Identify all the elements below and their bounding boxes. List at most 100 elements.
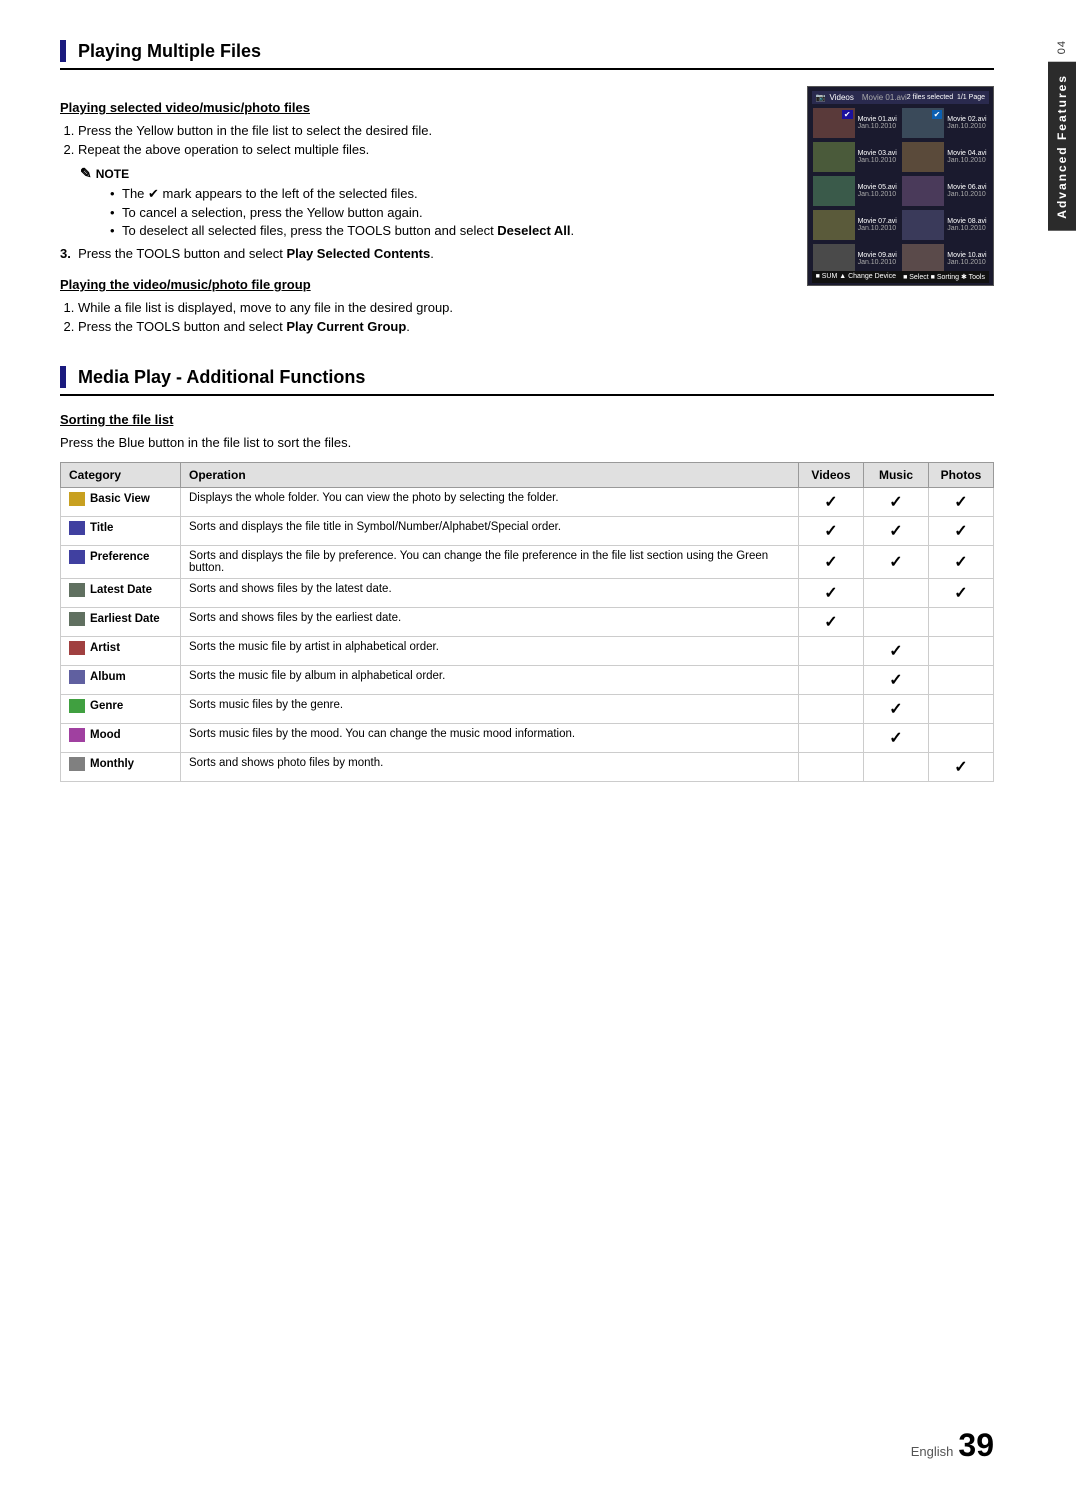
screenshot-header-icon: 📷 <box>816 93 826 102</box>
category-icon-4 <box>69 612 85 626</box>
thumb-1: ✔ <box>813 108 855 138</box>
screenshot-footer: ■ SUM ▲ Change Device ■ Select ■ Sorting… <box>812 271 989 283</box>
thumb-7 <box>813 210 855 240</box>
screenshot-panel: 📷 Videos Movie 01.avi 2 files selected 1… <box>807 86 994 286</box>
item-name-3: Movie 03.avi <box>858 150 897 157</box>
step-2: Repeat the above operation to select mul… <box>78 142 787 157</box>
item-info-4: Movie 04.avi Jan.10.2010 <box>947 150 986 164</box>
col-header-operation: Operation <box>181 463 799 488</box>
photos-cell-3: ✓ <box>929 579 994 608</box>
thumb-10 <box>902 244 944 274</box>
photos-cell-8 <box>929 724 994 753</box>
sidebar-label: Advanced Features <box>1048 62 1076 231</box>
item-info-7: Movie 07.avi Jan.10.2010 <box>858 218 897 232</box>
note-block: ✎ NOTE The ✔ mark appears to the left of… <box>80 165 787 238</box>
category-cell-1: Title <box>61 517 181 546</box>
music-cell-9 <box>864 753 929 782</box>
category-cell-3: Latest Date <box>61 579 181 608</box>
videos-cell-8 <box>799 724 864 753</box>
photos-cell-4 <box>929 608 994 637</box>
col-header-photos: Photos <box>929 463 994 488</box>
category-cell-2: Preference <box>61 546 181 579</box>
check-music-0: ✓ <box>889 494 902 511</box>
item-name-1: Movie 01.avi <box>858 116 897 123</box>
category-cell-4: Earliest Date <box>61 608 181 637</box>
category-label-5: Artist <box>90 642 120 654</box>
music-cell-1: ✓ <box>864 517 929 546</box>
check-music-8: ✓ <box>889 730 902 747</box>
table-row: Latest Date Sorts and shows files by the… <box>61 579 994 608</box>
note-bullet-1: The ✔ mark appears to the left of the se… <box>110 186 787 202</box>
category-icon-5 <box>69 641 85 655</box>
note-icon: ✎ <box>80 165 92 182</box>
table-row: Genre Sorts music files by the genre.✓ <box>61 695 994 724</box>
page-footer: English 39 <box>911 1427 994 1464</box>
photos-cell-1: ✓ <box>929 517 994 546</box>
category-icon-6 <box>69 670 85 684</box>
section1-text: Playing selected video/music/photo files… <box>60 86 787 342</box>
item-date-6: Jan.10.2010 <box>947 191 986 198</box>
step-1: Press the Yellow button in the file list… <box>78 123 787 138</box>
screenshot-item-1: ✔ Movie 01.avi Jan.10.2010 <box>812 107 900 139</box>
section2-block: Media Play - Additional Functions Sortin… <box>60 366 994 782</box>
category-cell-8: Mood <box>61 724 181 753</box>
operation-cell-5: Sorts the music file by artist in alphab… <box>181 637 799 666</box>
category-icon-0 <box>69 492 85 506</box>
main-content: Playing Multiple Files Playing selected … <box>0 0 1044 1494</box>
title-bar-decoration-2 <box>60 366 66 388</box>
item-name-10: Movie 10.avi <box>947 252 986 259</box>
videos-cell-3: ✓ <box>799 579 864 608</box>
table-row: Album Sorts the music file by album in a… <box>61 666 994 695</box>
note-label: ✎ NOTE <box>80 165 787 182</box>
screenshot-header-info: 2 files selected 1/1 Page <box>907 94 985 101</box>
category-cell-9: Monthly <box>61 753 181 782</box>
item-info-1: Movie 01.avi Jan.10.2010 <box>858 116 897 130</box>
screenshot-item-8: Movie 08.avi Jan.10.2010 <box>901 209 989 241</box>
screenshot-item-7: Movie 07.avi Jan.10.2010 <box>812 209 900 241</box>
category-cell-0: Basic View <box>61 488 181 517</box>
checkmark-overlay-1: ✔ <box>842 110 853 119</box>
screenshot-footer-actions: ■ Select ■ Sorting ✱ Tools <box>903 273 985 281</box>
category-cell-5: Artist <box>61 637 181 666</box>
category-icon-8 <box>69 728 85 742</box>
step-2-2: Press the TOOLS button and select Play C… <box>78 319 787 334</box>
check-music-6: ✓ <box>889 672 902 689</box>
photos-cell-7 <box>929 695 994 724</box>
section2-title: Media Play - Additional Functions <box>60 366 994 396</box>
check-video-4: ✓ <box>824 614 837 631</box>
sidebar: 04 Advanced Features <box>1044 0 1080 1494</box>
videos-cell-0: ✓ <box>799 488 864 517</box>
item-date-9: Jan.10.2010 <box>858 259 897 266</box>
step-3: 3. Press the TOOLS button and select Pla… <box>60 246 787 261</box>
screenshot-item-4: Movie 04.avi Jan.10.2010 <box>901 141 989 173</box>
screenshot-item-3: Movie 03.avi Jan.10.2010 <box>812 141 900 173</box>
photos-cell-5 <box>929 637 994 666</box>
sort-table: Category Operation Videos Music Photos B… <box>60 462 994 782</box>
table-row: Basic View Displays the whole folder. Yo… <box>61 488 994 517</box>
thumb-2: ✔ <box>902 108 944 138</box>
item-name-9: Movie 09.avi <box>858 252 897 259</box>
videos-cell-4: ✓ <box>799 608 864 637</box>
item-name-6: Movie 06.avi <box>947 184 986 191</box>
operation-cell-6: Sorts the music file by album in alphabe… <box>181 666 799 695</box>
videos-cell-9 <box>799 753 864 782</box>
check-photos-3: ✓ <box>954 585 967 602</box>
category-label-2: Preference <box>90 551 149 563</box>
category-label-1: Title <box>90 522 113 534</box>
title-bar-decoration <box>60 40 66 62</box>
steps-list-2: While a file list is displayed, move to … <box>78 300 787 334</box>
music-cell-8: ✓ <box>864 724 929 753</box>
section1-layout: Playing selected video/music/photo files… <box>60 86 994 342</box>
music-cell-2: ✓ <box>864 546 929 579</box>
section1-title-text: Playing Multiple Files <box>78 41 261 62</box>
step-2-1: While a file list is displayed, move to … <box>78 300 787 315</box>
sidebar-chapter: 04 Advanced Features <box>1044 40 1080 231</box>
category-label-6: Album <box>90 671 126 683</box>
table-row: Mood Sorts music files by the mood. You … <box>61 724 994 753</box>
item-date-1: Jan.10.2010 <box>858 123 897 130</box>
videos-cell-6 <box>799 666 864 695</box>
table-row: Earliest Date Sorts and shows files by t… <box>61 608 994 637</box>
chapter-number: 04 <box>1056 40 1068 54</box>
screenshot-header-file: Movie 01.avi <box>862 93 907 102</box>
operation-cell-7: Sorts music files by the genre. <box>181 695 799 724</box>
